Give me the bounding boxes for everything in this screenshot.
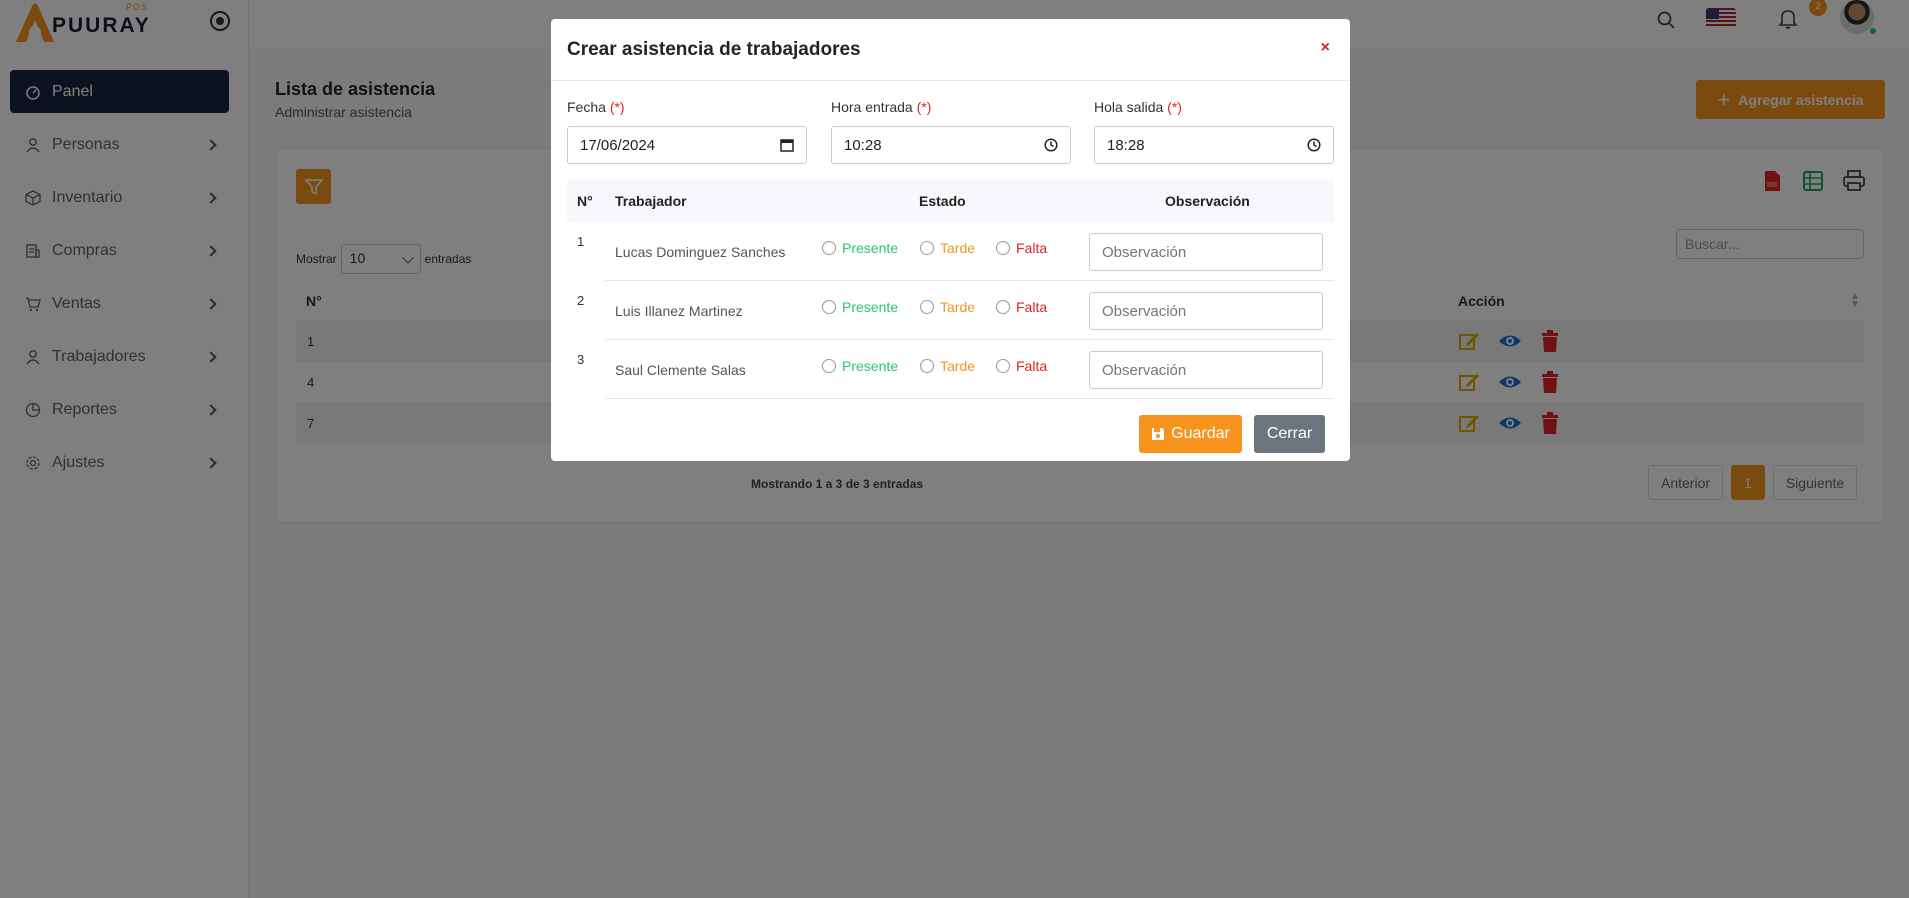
exit-time-input[interactable]: 18:28 [1094,126,1334,164]
save-button[interactable]: Guardar [1139,415,1242,453]
close-button[interactable]: Cerrar [1254,415,1325,453]
status-absent-radio[interactable]: Falta [996,299,1047,315]
status-late-radio[interactable]: Tarde [920,299,975,315]
attendance-row: 3 Saul Clemente Salas Presente Tarde Fal… [567,340,1334,399]
radio-circle[interactable] [920,300,934,314]
clock-icon[interactable] [1307,138,1321,152]
row-num: 1 [577,234,585,249]
status-late-radio[interactable]: Tarde [920,240,975,256]
radio-label: Presente [842,358,899,374]
column-header-num: N° [577,193,593,209]
entry-time-input[interactable]: 10:28 [831,126,1071,164]
date-label: Fecha (*) [567,99,625,115]
attendance-table: N° Trabajador Estado Observación 1 Lucas… [567,180,1334,399]
attendance-row: 2 Luis Illanez Martinez Presente Tarde F… [567,281,1334,340]
column-header-worker: Trabajador [615,193,687,209]
exit-time-value: 18:28 [1107,136,1145,154]
modal-title: Crear asistencia de trabajadores [567,39,861,60]
date-input[interactable]: 17/06/2024 [567,126,807,164]
worker-name: Saul Clemente Salas [615,362,746,378]
exit-time-label: Hola salida (*) [1094,99,1182,115]
close-icon[interactable]: × [1321,39,1330,57]
date-field: Fecha (*) 17/06/2024 [567,99,807,164]
save-label: Guardar [1171,425,1230,442]
status-present-radio[interactable]: Presente [822,299,898,315]
radio-circle[interactable] [996,359,1010,373]
worker-name: Lucas Dominguez Sanches [615,244,786,260]
radio-circle[interactable] [822,359,836,373]
radio-circle[interactable] [822,300,836,314]
radio-circle[interactable] [996,241,1010,255]
column-header-observation: Observación [1165,193,1250,209]
observation-input[interactable]: Observación [1089,292,1323,330]
status-late-radio[interactable]: Tarde [920,358,975,374]
entry-time-field: Hora entrada (*) 10:28 [831,99,1071,164]
row-num: 3 [577,352,585,367]
radio-label: Tarde [940,240,976,256]
radio-label: Presente [842,240,899,256]
radio-label: Tarde [940,358,976,374]
status-absent-radio[interactable]: Falta [996,240,1047,256]
exit-time-field: Hola salida (*) 18:28 [1094,99,1334,164]
radio-label: Falta [1016,240,1048,256]
date-value: 17/06/2024 [580,136,656,154]
floppy-disk-icon [1152,428,1165,440]
radio-label: Presente [842,299,899,315]
clock-icon[interactable] [1044,138,1058,152]
attendance-table-header: N° Trabajador Estado Observación [567,180,1334,222]
status-present-radio[interactable]: Presente [822,240,898,256]
create-attendance-modal: Crear asistencia de trabajadores × Fecha… [551,19,1350,461]
radio-circle[interactable] [996,300,1010,314]
entry-time-label: Hora entrada (*) [831,99,932,115]
column-header-status: Estado [919,193,966,209]
calendar-icon[interactable] [780,138,794,152]
radio-label: Tarde [940,299,976,315]
radio-label: Falta [1016,299,1048,315]
status-absent-radio[interactable]: Falta [996,358,1047,374]
radio-circle[interactable] [822,241,836,255]
observation-input[interactable]: Observación [1089,351,1323,389]
radio-circle[interactable] [920,241,934,255]
row-divider [605,398,1334,399]
radio-circle[interactable] [920,359,934,373]
attendance-row: 1 Lucas Dominguez Sanches Presente Tarde… [567,222,1334,281]
worker-name: Luis Illanez Martinez [615,303,743,319]
modal-header: Crear asistencia de trabajadores × [551,19,1350,81]
radio-label: Falta [1016,358,1048,374]
entry-time-value: 10:28 [844,136,882,154]
status-present-radio[interactable]: Presente [822,358,898,374]
row-num: 2 [577,293,585,308]
observation-input[interactable]: Observación [1089,233,1323,271]
